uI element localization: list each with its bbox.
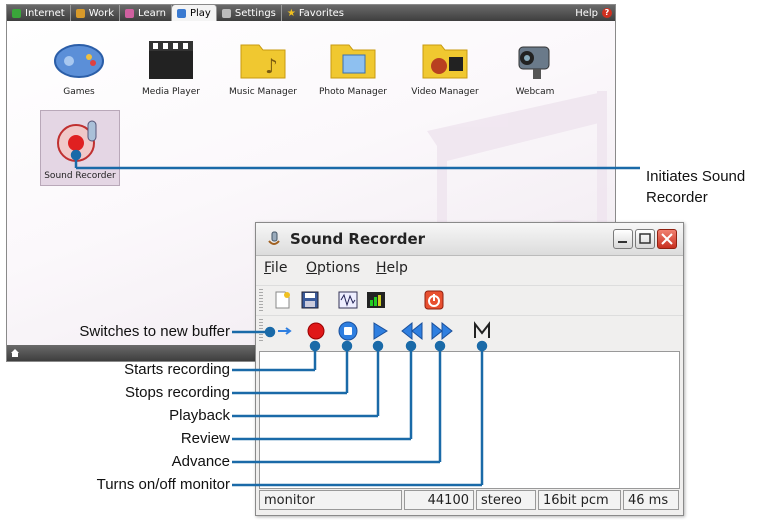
status-sample-rate: 44100 bbox=[404, 490, 474, 510]
book-icon bbox=[125, 8, 135, 18]
music-folder-icon: ♪ bbox=[235, 33, 291, 83]
clapperboard-icon bbox=[143, 33, 199, 83]
status-mode: monitor bbox=[259, 490, 402, 510]
save-icon[interactable] bbox=[300, 290, 320, 310]
home-icon[interactable] bbox=[10, 348, 20, 358]
play-icon[interactable] bbox=[370, 321, 390, 341]
maximize-button[interactable] bbox=[635, 229, 655, 249]
category-tab-bar: Internet Work Learn Play Settings ★ Favor… bbox=[7, 5, 615, 21]
callout-stop: Stops recording bbox=[124, 384, 230, 401]
app-sound-recorder[interactable]: Sound Recorder bbox=[40, 110, 120, 186]
tab-play[interactable]: Play bbox=[172, 5, 217, 21]
waveform-display[interactable] bbox=[259, 351, 680, 489]
status-bar: monitor 44100 stereo 16bit pcm 46 ms bbox=[259, 490, 680, 512]
app-video-manager[interactable]: Video Manager bbox=[399, 33, 491, 97]
callout-initiates: Initiates Sound Recorder bbox=[646, 168, 746, 206]
menu-help[interactable]: Help bbox=[376, 260, 408, 276]
star-icon: ★ bbox=[286, 7, 296, 19]
callout-playback: Playback bbox=[169, 407, 230, 424]
rewind-icon[interactable] bbox=[400, 321, 424, 341]
app-games[interactable]: Games bbox=[33, 33, 125, 97]
file-toolbar bbox=[256, 285, 683, 314]
level-meter-icon[interactable] bbox=[366, 290, 386, 310]
status-latency: 46 ms bbox=[623, 490, 679, 510]
callout-monitor: Turns on/off monitor bbox=[96, 476, 230, 493]
tab-internet[interactable]: Internet bbox=[7, 5, 71, 21]
globe-icon bbox=[12, 8, 21, 18]
maximize-icon bbox=[639, 233, 651, 244]
video-folder-icon bbox=[417, 33, 473, 83]
callout-new-buffer: Switches to new buffer bbox=[79, 323, 230, 340]
new-buffer-arrow-icon[interactable] bbox=[276, 325, 294, 337]
app-media-player[interactable]: Media Player bbox=[125, 33, 217, 97]
wrench-icon bbox=[221, 8, 231, 18]
photo-folder-icon bbox=[325, 33, 381, 83]
sound-recorder-window: Sound Recorder File Options Help monitor… bbox=[255, 222, 684, 516]
help-icon: ? bbox=[602, 8, 612, 18]
menu-help-rest: elp bbox=[386, 260, 408, 276]
gamepad-icon bbox=[51, 33, 107, 83]
stop-icon[interactable] bbox=[338, 321, 358, 341]
svg-text:♪: ♪ bbox=[265, 54, 278, 78]
microphone-icon bbox=[268, 231, 280, 245]
sound-recorder-icon bbox=[52, 117, 108, 167]
window-title: Sound Recorder bbox=[290, 230, 426, 248]
toolbar-grip[interactable] bbox=[259, 319, 263, 341]
tab-work[interactable]: Work bbox=[71, 5, 121, 21]
menu-options-rest: ptions bbox=[317, 260, 361, 276]
briefcase-icon bbox=[75, 8, 85, 18]
help-button[interactable]: Help? bbox=[575, 8, 615, 19]
callout-advance: Advance bbox=[171, 453, 230, 470]
menu-file-rest: ile bbox=[271, 260, 288, 276]
waveform-icon[interactable] bbox=[338, 290, 358, 310]
minimize-button[interactable] bbox=[613, 229, 633, 249]
monitor-icon[interactable] bbox=[472, 321, 492, 341]
title-bar[interactable]: Sound Recorder bbox=[256, 223, 683, 256]
app-music-manager[interactable]: ♪ Music Manager bbox=[217, 33, 309, 97]
menu-file[interactable]: File bbox=[264, 260, 287, 276]
callout-start: Starts recording bbox=[124, 361, 230, 378]
transport-toolbar bbox=[256, 315, 683, 346]
gamepad-small-icon bbox=[177, 8, 186, 18]
close-icon bbox=[661, 233, 673, 245]
new-file-icon[interactable] bbox=[272, 290, 292, 310]
tab-learn[interactable]: Learn bbox=[120, 5, 172, 21]
app-webcam[interactable]: Webcam bbox=[489, 33, 581, 97]
tab-favorites[interactable]: ★ Favorites bbox=[282, 5, 349, 21]
record-icon[interactable] bbox=[306, 321, 326, 341]
close-button[interactable] bbox=[657, 229, 677, 249]
toolbar-grip[interactable] bbox=[259, 289, 263, 311]
power-icon[interactable] bbox=[424, 290, 444, 310]
menu-options[interactable]: Options bbox=[306, 260, 360, 276]
status-channels: stereo bbox=[476, 490, 536, 510]
webcam-icon bbox=[507, 33, 563, 83]
menu-bar: File Options Help bbox=[256, 256, 683, 282]
fast-forward-icon[interactable] bbox=[430, 321, 454, 341]
app-photo-manager[interactable]: Photo Manager bbox=[307, 33, 399, 97]
minimize-icon bbox=[618, 241, 627, 243]
callout-review: Review bbox=[180, 430, 230, 447]
tab-settings[interactable]: Settings bbox=[217, 5, 282, 21]
status-format: 16bit pcm bbox=[538, 490, 621, 510]
